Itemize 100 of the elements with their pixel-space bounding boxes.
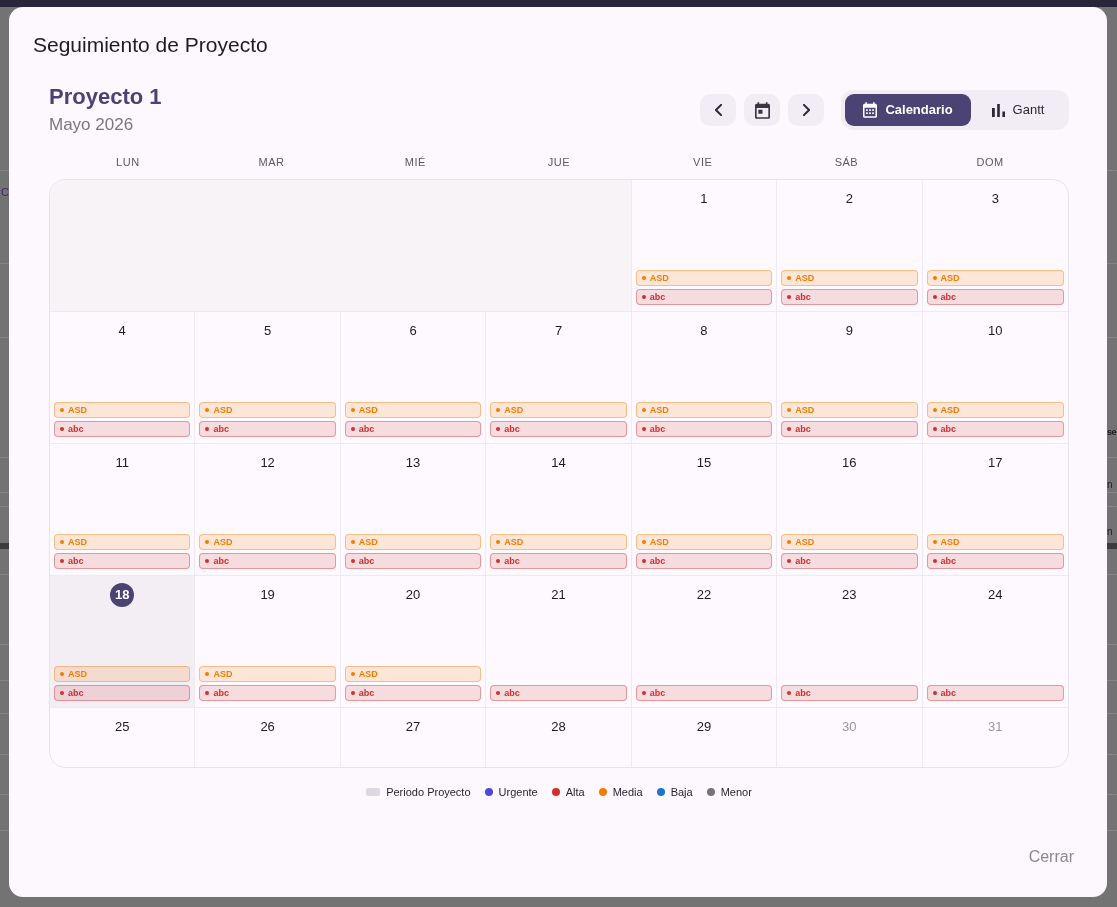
event-chip[interactable]: abc	[490, 421, 627, 437]
day-number: 3	[990, 190, 1000, 208]
day-number: 26	[259, 718, 276, 736]
event-chip[interactable]: ASD	[199, 534, 336, 550]
day-cell[interactable]: 15 ASD abc	[631, 444, 778, 575]
event-chip[interactable]: abc	[199, 553, 336, 569]
today-button[interactable]	[744, 94, 780, 126]
day-cell[interactable]: 13 ASD abc	[340, 444, 487, 575]
previous-button[interactable]	[700, 94, 736, 126]
day-number: 31	[987, 718, 1004, 736]
day-cell[interactable]: 17 ASD abc	[922, 444, 1068, 575]
event-chip[interactable]: abc	[635, 685, 773, 701]
day-cell[interactable]: 30	[777, 708, 923, 767]
day-cell[interactable]: 20 ASD abc	[340, 576, 487, 707]
day-cell[interactable]: 3 ASD abc	[922, 180, 1068, 311]
day-number: 12	[259, 454, 276, 472]
event-chip[interactable]: abc	[781, 421, 918, 437]
event-chip[interactable]: ASD	[635, 270, 773, 286]
event-chip[interactable]: abc	[54, 553, 191, 569]
day-cell[interactable]: 9 ASD abc	[777, 312, 923, 443]
day-cell[interactable]: 1 ASD abc	[631, 180, 778, 311]
event-chip[interactable]: abc	[635, 553, 773, 569]
day-number: 15	[695, 454, 713, 472]
event-chip[interactable]: abc	[926, 685, 1064, 701]
day-cell[interactable]: 14 ASD abc	[486, 444, 632, 575]
event-chip[interactable]: abc	[926, 421, 1064, 437]
legend-label: Alta	[565, 785, 585, 800]
event-chip[interactable]: abc	[54, 685, 191, 701]
day-cell[interactable]: 10 ASD abc	[922, 312, 1068, 443]
day-number: 22	[695, 586, 713, 604]
event-chip[interactable]: abc	[781, 685, 918, 701]
day-number: 6	[408, 322, 418, 340]
event-chip[interactable]: ASD	[344, 666, 482, 682]
event-chip[interactable]: ASD	[781, 402, 918, 418]
day-cell[interactable]: 8 ASD abc	[631, 312, 778, 443]
event-chip[interactable]: abc	[926, 553, 1064, 569]
event-chip[interactable]: ASD	[781, 534, 918, 550]
close-button[interactable]: Cerrar	[1018, 837, 1084, 877]
event-chip[interactable]: ASD	[926, 270, 1064, 286]
event-chip[interactable]: ASD	[54, 534, 191, 550]
event-chip[interactable]: abc	[926, 289, 1064, 305]
chevron-left-icon	[714, 104, 722, 116]
view-tab[interactable]: Calendario	[845, 94, 971, 126]
day-number: 28	[550, 718, 567, 736]
event-chip[interactable]: abc	[199, 685, 336, 701]
day-cell[interactable]: 11 ASD abc	[50, 444, 196, 575]
event-chip[interactable]: abc	[490, 553, 627, 569]
day-cell[interactable]: 23 abc	[777, 576, 923, 707]
day-cell[interactable]: 25	[50, 708, 196, 767]
day-cell[interactable]: 7 ASD abc	[486, 312, 632, 443]
event-chip[interactable]: abc	[635, 289, 773, 305]
next-button[interactable]	[788, 94, 824, 126]
event-chip[interactable]: ASD	[490, 534, 627, 550]
day-cell[interactable]: 19 ASD abc	[195, 576, 341, 707]
day-cell[interactable]: 21 abc	[486, 576, 632, 707]
event-chip[interactable]: ASD	[54, 402, 191, 418]
day-cell[interactable]: 16 ASD abc	[777, 444, 923, 575]
day-cell[interactable]: 2 ASD abc	[777, 180, 923, 311]
event-chip[interactable]: abc	[344, 421, 482, 437]
day-number: 19	[259, 586, 276, 604]
event-chip[interactable]: ASD	[344, 402, 482, 418]
day-cell[interactable]: 18 ASD abc	[50, 576, 196, 707]
event-chip[interactable]: ASD	[781, 270, 918, 286]
event-chip[interactable]: abc	[781, 553, 918, 569]
day-number: 29	[695, 718, 713, 736]
day-number: 2	[844, 190, 854, 208]
event-chip[interactable]: ASD	[926, 534, 1064, 550]
weekday-label: VIE	[693, 155, 713, 170]
view-tab[interactable]: Gantt	[971, 94, 1065, 126]
day-cell[interactable]: 27	[340, 708, 487, 767]
event-chip[interactable]: ASD	[490, 402, 627, 418]
event-chip[interactable]: ASD	[199, 402, 336, 418]
event-chip[interactable]: abc	[54, 421, 191, 437]
day-cell[interactable]: 22 abc	[631, 576, 778, 707]
day-cell[interactable]: 6 ASD abc	[340, 312, 487, 443]
background-text: se	[1107, 426, 1116, 438]
event-chip[interactable]: ASD	[54, 666, 191, 682]
event-chip[interactable]: ASD	[926, 402, 1064, 418]
event-chip[interactable]: abc	[199, 421, 336, 437]
event-chip[interactable]: abc	[344, 553, 482, 569]
day-number: 18	[110, 583, 135, 607]
day-cell[interactable]: 12 ASD abc	[195, 444, 341, 575]
event-chip[interactable]: ASD	[199, 666, 336, 682]
day-number: 30	[841, 718, 858, 736]
day-cell[interactable]: 29	[631, 708, 778, 767]
day-cell[interactable]: 28	[486, 708, 632, 767]
day-cell[interactable]: 31	[922, 708, 1068, 767]
day-cell[interactable]: 24 abc	[922, 576, 1068, 707]
event-chip[interactable]: abc	[781, 289, 918, 305]
day-cell[interactable]: 5 ASD abc	[195, 312, 341, 443]
event-chip[interactable]: ASD	[635, 402, 773, 418]
event-chip[interactable]: abc	[490, 685, 627, 701]
event-chip[interactable]: abc	[344, 685, 482, 701]
day-cell[interactable]: 4 ASD abc	[50, 312, 196, 443]
event-chip[interactable]: ASD	[635, 534, 773, 550]
day-number: 8	[699, 322, 709, 340]
weekday-label: SÁB	[834, 155, 859, 170]
day-cell[interactable]: 26	[195, 708, 341, 767]
event-chip[interactable]: ASD	[344, 534, 482, 550]
event-chip[interactable]: abc	[635, 421, 773, 437]
